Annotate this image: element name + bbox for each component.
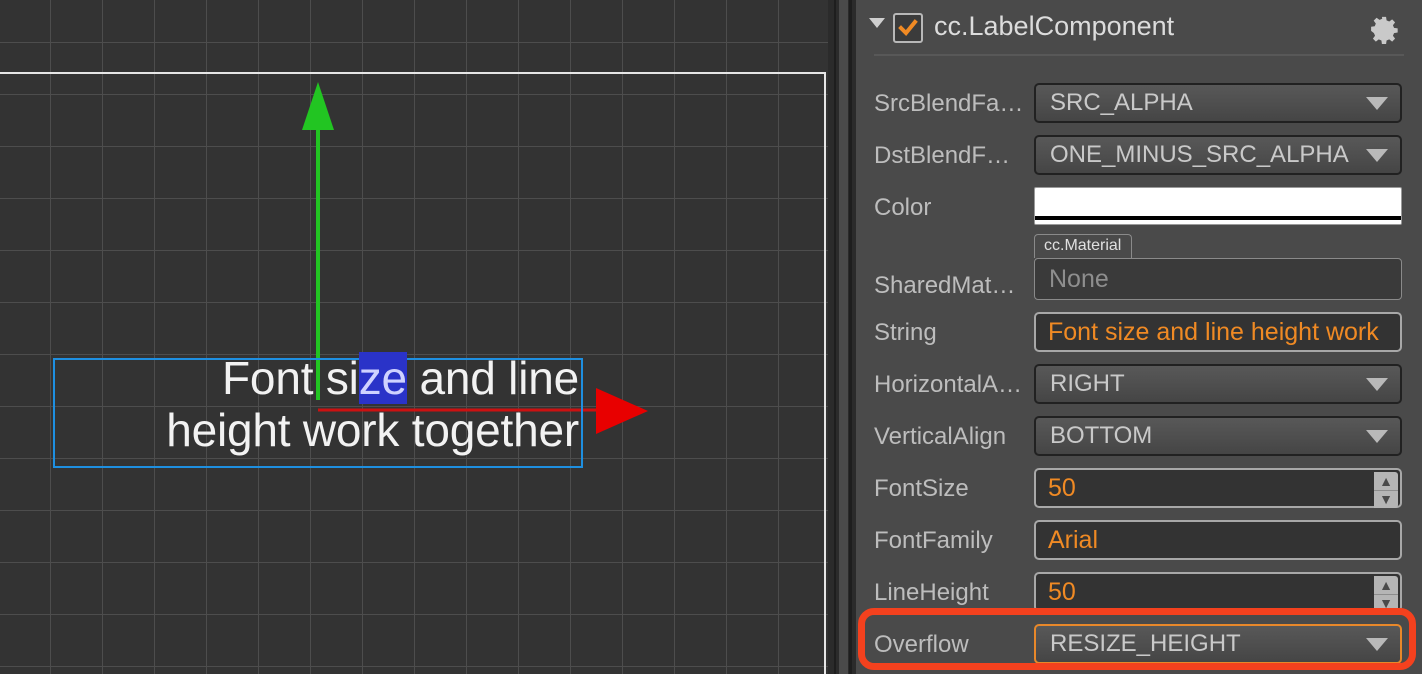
panel-divider[interactable] [828,0,858,674]
asset-type-tag: cc.Material [1034,234,1133,258]
property-row-lineheight: LineHeight 50 ▲ ▼ [856,567,1422,619]
scene-label-text: Font size and line height work together [53,352,581,466]
inspector-scrollbar[interactable] [839,0,848,674]
property-label: DstBlendF… [874,142,1011,169]
chevron-down-icon [1366,148,1388,162]
property-label: SharedMat… [874,272,1016,299]
fontsize-stepper[interactable]: ▲ ▼ [1374,472,1398,508]
input-value: Arial [1048,525,1099,554]
property-label: Overflow [874,631,969,658]
property-row-srcblendfactor: SrcBlendFa… SRC_ALPHA [856,78,1422,130]
label-text-line-2: height work together [166,404,579,456]
inspector-panel: cc.LabelComponent SrcBlendFa… SRC_ALPHA … [856,0,1422,674]
divider-line-left [834,0,836,674]
horizontalalign-dropdown[interactable]: RIGHT [1034,364,1402,404]
property-row-color: Color [856,182,1422,234]
stepper-down-icon[interactable]: ▼ [1374,491,1398,509]
transform-gizmo[interactable] [0,0,828,674]
color-alpha-background [1035,220,1401,224]
fontsize-input[interactable]: 50 ▲ ▼ [1034,468,1402,508]
dstblendfactor-dropdown[interactable]: ONE_MINUS_SRC_ALPHA [1034,135,1402,175]
property-row-verticalalign: VerticalAlign BOTTOM [856,411,1422,463]
property-label: String [874,319,937,346]
lineheight-stepper[interactable]: ▲ ▼ [1374,576,1398,612]
stepper-down-icon[interactable]: ▼ [1374,595,1398,613]
property-label: Color [874,194,932,221]
component-title: cc.LabelComponent [934,11,1175,41]
overflow-dropdown[interactable]: RESIZE_HEIGHT [1034,624,1402,664]
stepper-up-icon[interactable]: ▲ [1374,576,1398,595]
fontfamily-input[interactable]: Arial [1034,520,1402,560]
dropdown-value: BOTTOM [1050,422,1153,449]
chevron-down-icon[interactable] [869,18,885,28]
divider-line-right [849,0,852,674]
component-header[interactable]: cc.LabelComponent [856,0,1422,56]
property-row-string: String Font size and line height work [856,307,1422,359]
input-value: Font size and line height work [1048,317,1379,346]
gear-icon[interactable] [1368,12,1400,44]
property-row-fontsize: FontSize 50 ▲ ▼ [856,463,1422,515]
header-divider [874,54,1404,56]
string-input[interactable]: Font size and line height work [1034,312,1402,352]
label-text-part-1: Font si [222,352,359,404]
property-row-horizontalalign: HorizontalA… RIGHT [856,359,1422,411]
srcblendfactor-dropdown[interactable]: SRC_ALPHA [1034,83,1402,123]
dropdown-value: RESIZE_HEIGHT [1050,630,1241,657]
scene-viewport[interactable]: Font size and line height work together [0,0,828,674]
component-enabled-checkbox[interactable] [893,13,923,43]
asset-value: None [1049,264,1109,293]
property-label: LineHeight [874,579,989,606]
property-label: FontFamily [874,527,993,554]
dropdown-value: RIGHT [1050,370,1125,397]
check-icon [898,19,918,36]
color-swatch[interactable] [1034,187,1402,225]
property-label: FontSize [874,475,969,502]
chevron-down-icon [1366,429,1388,443]
property-row-sharedmaterial: SharedMat… cc.Material None [856,234,1422,300]
stepper-up-icon[interactable]: ▲ [1374,472,1398,491]
label-text-part-2: and line [406,352,579,404]
chevron-down-icon [1366,377,1388,391]
property-label: HorizontalA… [874,371,1023,398]
dropdown-value: ONE_MINUS_SRC_ALPHA [1050,141,1349,168]
sharedmaterial-asset-field[interactable]: None [1034,258,1402,300]
property-label: SrcBlendFa… [874,90,1024,117]
editor-window: Font size and line height work together … [0,0,1422,674]
lineheight-input[interactable]: 50 ▲ ▼ [1034,572,1402,612]
verticalalign-dropdown[interactable]: BOTTOM [1034,416,1402,456]
chevron-down-icon [1366,96,1388,110]
property-label: VerticalAlign [874,423,1007,450]
property-row-fontfamily: FontFamily Arial [856,515,1422,567]
label-text-selected-part: ze [358,352,407,404]
property-row-dstblendfactor: DstBlendF… ONE_MINUS_SRC_ALPHA [856,130,1422,182]
input-value: 50 [1048,473,1076,502]
property-row-overflow: Overflow RESIZE_HEIGHT [856,619,1422,671]
input-value: 50 [1048,577,1076,606]
color-alpha-bar [1035,216,1401,220]
dropdown-value: SRC_ALPHA [1050,89,1193,116]
chevron-down-icon [1366,637,1388,651]
